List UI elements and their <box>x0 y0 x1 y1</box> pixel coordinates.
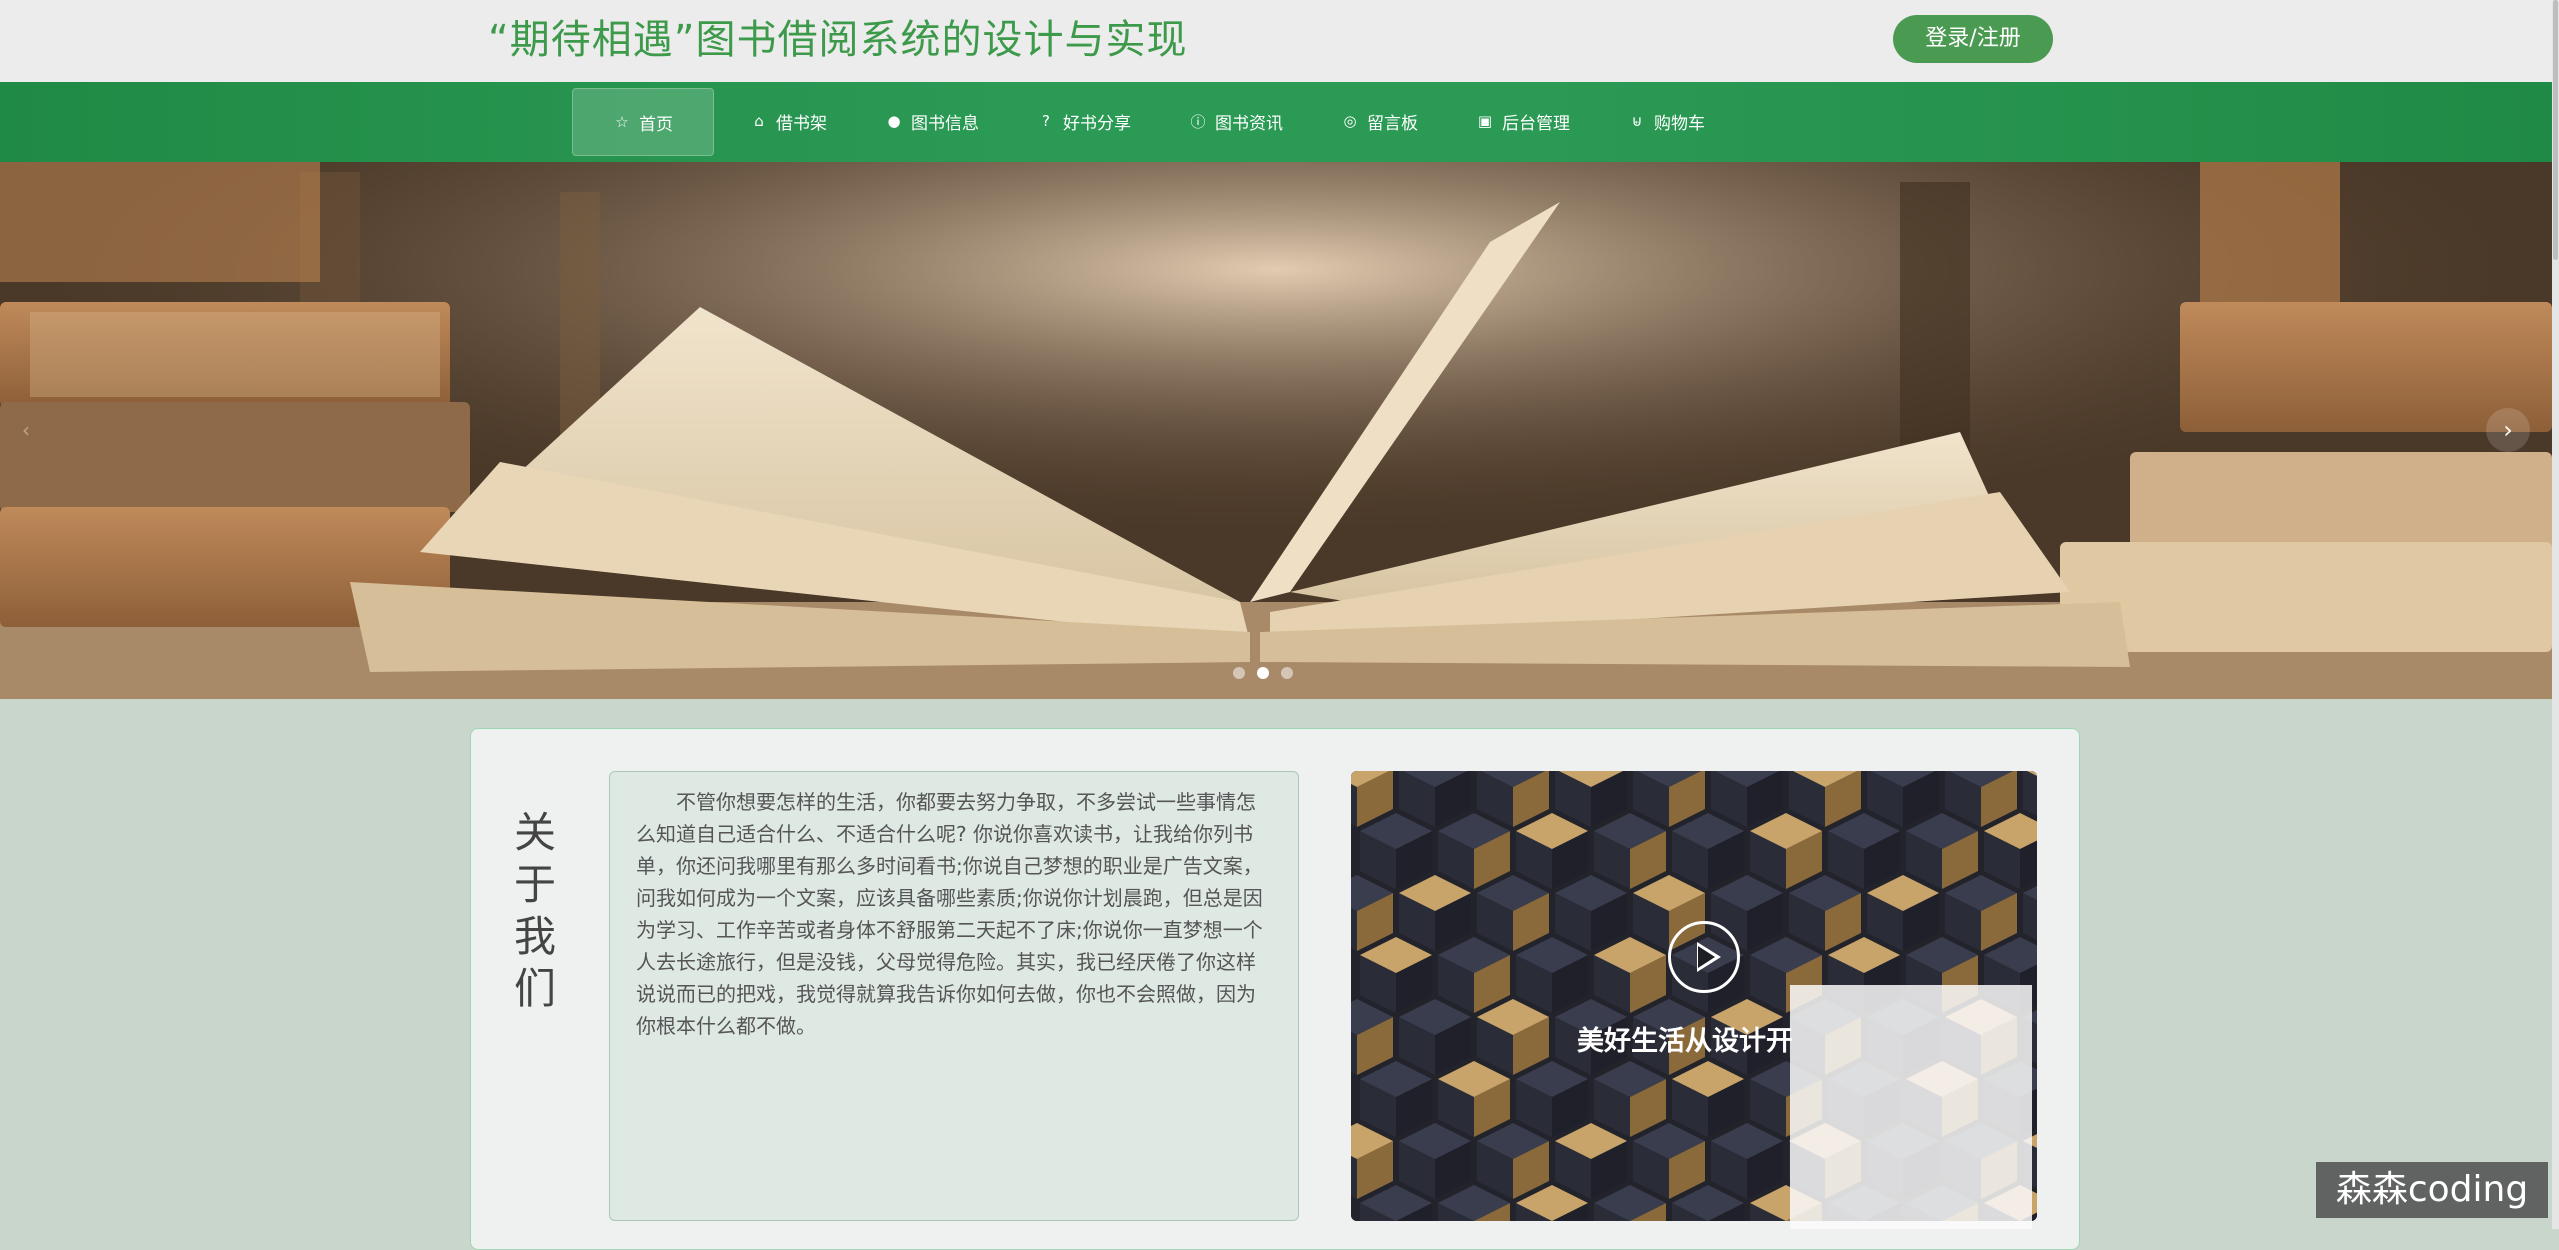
carousel-indicators <box>1233 667 1293 679</box>
nav-item-label: 好书分享 <box>1063 113 1131 134</box>
carousel-dot[interactable] <box>1233 667 1245 679</box>
about-us-text: 不管你想要怎样的生活，你都要去努力争取，不多尝试一些事情怎么知道自己适合什么、不… <box>609 771 1299 1221</box>
carousel-dot[interactable] <box>1257 667 1269 679</box>
nav-item-label: 图书信息 <box>911 113 979 134</box>
play-icon[interactable] <box>1668 921 1740 993</box>
nav-item-label: 购物车 <box>1654 113 1705 134</box>
nav-list: ☆ 首页 ⌂ 借书架 ● 图书信息? 好书分享 ⓘ 图书资讯 ◎ 留言板 ▣ 后台管理 ⊌ 购物车 <box>572 88 1741 156</box>
nav-item-0[interactable]: ☆ 首页 <box>572 88 714 156</box>
nav-item-5[interactable]: ◎ 留言板 <box>1319 88 1440 154</box>
carousel-dot[interactable] <box>1281 667 1293 679</box>
nav-item-6[interactable]: ▣ 后台管理 <box>1454 88 1592 154</box>
page-scrollbar[interactable] <box>2552 0 2559 1229</box>
info-icon: ⓘ <box>1190 112 1206 131</box>
nav-item-7[interactable]: ⊌ 购物车 <box>1606 88 1727 154</box>
shelf-icon: ⌂ <box>754 112 764 130</box>
nav-item-label: 后台管理 <box>1502 113 1570 134</box>
video-caption: 美好生活从设计开 <box>1577 1026 1793 1057</box>
watermark: 森森coding <box>2316 1162 2548 1218</box>
nav-item-3[interactable]: ? 好书分享 <box>1015 88 1153 154</box>
overlay-panel <box>1790 985 2032 1229</box>
cart-icon: ⊌ <box>1631 112 1643 130</box>
clipboard-icon: ▣ <box>1477 112 1493 130</box>
hero-banner-carousel: ‹ › <box>0 162 2552 699</box>
main-navigation: ☆ 首页 ⌂ 借书架 ● 图书信息? 好书分享 ⓘ 图书资讯 ◎ 留言板 ▣ 后台管理 ⊌ 购物车 <box>0 82 2552 162</box>
globe-icon: ◎ <box>1343 112 1357 130</box>
scrollbar-thumb[interactable] <box>2553 0 2558 260</box>
nav-item-label: 图书资讯 <box>1215 113 1283 134</box>
carousel-prev-arrow[interactable]: ‹ <box>22 408 42 452</box>
info-icon: ● <box>887 112 901 130</box>
login-register-button[interactable]: 登录/注册 <box>1893 15 2053 63</box>
about-us-title: 关于我们 <box>513 808 556 1013</box>
nav-item-label: 借书架 <box>776 113 827 134</box>
carousel-next-arrow[interactable]: › <box>2486 408 2530 452</box>
nav-item-1[interactable]: ⌂ 借书架 <box>728 88 849 154</box>
nav-item-label: 留言板 <box>1367 113 1418 134</box>
star-icon: ☆ <box>615 113 629 131</box>
banner-image <box>0 162 2552 699</box>
site-title: “期待相遇”图书借阅系统的设计与实现 <box>488 17 1188 63</box>
question-icon: ? <box>1042 112 1050 130</box>
nav-item-2[interactable]: ● 图书信息 <box>863 88 1001 154</box>
top-header: “期待相遇”图书借阅系统的设计与实现 登录/注册 <box>0 0 2559 82</box>
nav-item-label: 首页 <box>639 114 673 135</box>
nav-item-4[interactable]: ⓘ 图书资讯 <box>1167 88 1305 154</box>
